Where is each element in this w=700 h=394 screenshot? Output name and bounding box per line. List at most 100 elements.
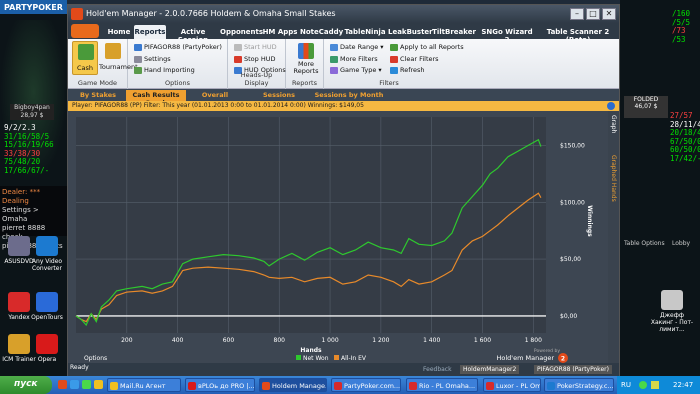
lobby-button[interactable]: Lobby <box>672 240 690 247</box>
side-tab-graphed-hands[interactable]: Graphed Hands <box>610 155 617 202</box>
subtab-sessions[interactable]: Sessions <box>250 90 308 101</box>
taskbar-item[interactable]: Holdem Manage... <box>259 378 327 392</box>
side-tabs: Graph Graphed Hands <box>608 111 619 363</box>
x-tick-label: 600 <box>223 337 235 344</box>
taskbar-item-label: вPLOь до PRO |... <box>198 382 255 390</box>
tab-leakbuster[interactable]: LeakBuster <box>388 25 433 39</box>
quick-launch-icon[interactable] <box>70 380 79 389</box>
x-tick-label: 800 <box>274 337 286 344</box>
group-label: Game Mode <box>77 79 118 87</box>
subtab-overall[interactable]: Overall <box>186 90 244 101</box>
taskbar-app-icon <box>547 382 555 390</box>
taskbar-item[interactable]: Luxor - PL Oma... <box>483 378 541 392</box>
settings-button[interactable]: Settings <box>134 55 171 63</box>
settings-label: Settings <box>144 55 171 63</box>
options-toggle[interactable]: Options <box>84 355 107 362</box>
refresh-button[interactable]: Refresh <box>390 66 425 74</box>
clear-filters-button[interactable]: Clear Filters <box>390 55 439 63</box>
left-player-box: Bigboy4pan 28,97 $ <box>10 104 54 120</box>
player-icon <box>134 44 142 51</box>
more-filters-button[interactable]: More Filters <box>330 55 378 63</box>
close-button[interactable]: ✕ <box>602 8 616 20</box>
hm-brand-text: Hold'em Manager <box>497 354 555 362</box>
desktop-icon[interactable]: OpenTours <box>28 292 66 321</box>
more-reports-button[interactable]: More Reports <box>292 41 320 75</box>
quick-launch-icon[interactable] <box>94 380 103 389</box>
tab-tiltbreaker[interactable]: TiltBreaker <box>432 25 476 39</box>
taskbar-item-label: Holdem Manage... <box>272 382 327 390</box>
hand-importing-button[interactable]: Hand Importing <box>134 66 195 74</box>
status-ready: Ready <box>70 364 89 371</box>
tab-notecaddy[interactable]: NoteCaddy <box>300 25 343 39</box>
stop-hud-button[interactable]: Stop HUD <box>234 55 276 63</box>
minimize-button[interactable]: – <box>570 8 584 20</box>
left-player-stack: 28,97 $ <box>20 112 44 119</box>
taskbar-item[interactable]: PokerStrategy.c... <box>544 378 614 392</box>
table-options-button[interactable]: Table Options <box>624 240 665 247</box>
desktop-app-icon <box>8 292 30 312</box>
desktop-icon-label: Any Video Converter <box>31 258 63 272</box>
desktop-app-icon <box>36 292 58 312</box>
menu-tabs: HomeReportsActive SessionOpponentsHM App… <box>68 23 619 44</box>
language-indicator[interactable]: RU <box>621 381 631 389</box>
taskbar-item[interactable]: Rio - PL Omaha... <box>406 378 478 392</box>
desktop-icon[interactable]: Opera <box>28 334 66 363</box>
legend-swatch <box>334 355 339 360</box>
x-tick-label: 200 <box>121 337 133 344</box>
start-hud-label: Start HUD <box>244 43 277 51</box>
more-filters-label: More Filters <box>340 55 378 63</box>
subtab-cash-results-graph[interactable]: Cash Results Graph <box>126 90 186 107</box>
date-range-dropdown[interactable]: Date Range ▾ <box>330 43 384 51</box>
tournament-button[interactable]: Tournament <box>99 41 138 75</box>
tab-table-scanner-2-beta[interactable]: Table Scanner 2 (Beta) <box>538 25 618 44</box>
tab-active-session[interactable]: Active Session <box>168 25 218 44</box>
tab-hm-apps[interactable]: HM Apps <box>262 25 298 39</box>
tab-home[interactable]: Home <box>106 25 132 39</box>
x-tick-label: 400 <box>172 337 184 344</box>
apply-all-button[interactable]: Apply to all Reports <box>390 43 464 51</box>
subtab-sessions-by-month[interactable]: Sessions by Month <box>314 90 384 101</box>
game-type-dropdown[interactable]: Game Type ▾ <box>330 66 382 74</box>
taskbar-item[interactable]: Mail.Ru Агент <box>107 378 181 392</box>
desktop-icon[interactable]: Any Video Converter <box>28 236 66 272</box>
group-filters: Date Range ▾ More Filters Game Type ▾ Ap… <box>324 39 464 89</box>
taskbar-item[interactable]: вPLOь до PRO |... <box>185 378 255 392</box>
chart-area: 200 400 600 800 1 000 1 200 1 400 1 600 1 800 $0,… <box>68 111 619 363</box>
desktop-icon-label: Джефф Хакинг - Пот-лимит... <box>650 312 694 333</box>
window-title: Hold'em Manager - 2.0.0.7666 Holdem & Om… <box>86 9 336 18</box>
tab-opponents[interactable]: Opponents <box>220 25 263 39</box>
trophy-icon <box>105 43 121 59</box>
title-bar: Hold'em Manager - 2.0.0.7666 Holdem & Om… <box>68 5 619 23</box>
legend-label: Net Won <box>303 355 329 362</box>
clear-icon <box>390 56 398 63</box>
desktop-icon-video[interactable]: Джефф Хакинг - Пот-лимит... <box>648 290 696 333</box>
quick-launch-icon[interactable] <box>82 380 91 389</box>
hud-stat-line: 17/66/67/- <box>4 165 50 175</box>
tray-volume-icon[interactable] <box>651 381 659 389</box>
feedback-link[interactable]: Feedback <box>423 366 452 373</box>
taskbar-item[interactable]: PartyPoker.com... <box>331 378 401 392</box>
tab-reports[interactable]: Reports <box>134 25 166 39</box>
maximize-button[interactable]: □ <box>586 8 600 20</box>
taskbar-item-label: Luxor - PL Oma... <box>496 382 541 390</box>
app-menu-button[interactable] <box>71 24 99 38</box>
y-axis-label: Winnings <box>586 205 593 237</box>
start-button[interactable]: пуск <box>0 376 52 394</box>
subtab-by-stakes[interactable]: By Stakes <box>74 90 122 101</box>
tab-tableninja[interactable]: TableNinja <box>344 25 386 39</box>
taskbar-app-icon <box>110 382 118 390</box>
help-icon[interactable] <box>607 102 615 110</box>
stop-icon <box>234 56 242 63</box>
player-selector[interactable]: PIFAGOR88 (PartyPoker) <box>134 43 222 51</box>
desktop-app-icon <box>36 236 58 256</box>
tray-app-icon[interactable] <box>639 381 647 389</box>
quick-launch-icon[interactable] <box>58 380 67 389</box>
tab-sngo-wizard-2[interactable]: SNGo Wizard 2 <box>478 25 536 44</box>
side-tab-graph[interactable]: Graph <box>610 115 617 133</box>
calendar-icon <box>330 44 338 51</box>
start-hud-button[interactable]: Start HUD <box>234 43 277 51</box>
hm-brand-number: 2 <box>561 356 565 363</box>
cash-button[interactable]: Cash <box>72 41 98 75</box>
player-label: PIFAGOR88 (PartyPoker) <box>144 43 222 51</box>
chat-line: Settings > Omaha <box>2 206 39 223</box>
